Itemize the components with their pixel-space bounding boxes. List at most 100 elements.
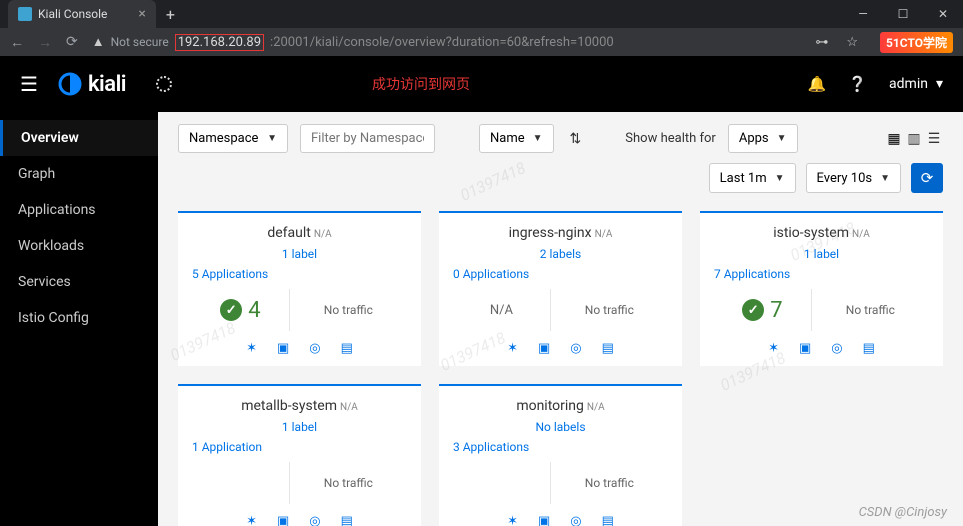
apps-icon[interactable]: ▣ bbox=[799, 341, 811, 356]
card-health: N/A bbox=[453, 289, 550, 331]
app-header: ☰ kiali 成功访问到网页 🔔 ❔ admin ▾ bbox=[0, 56, 963, 112]
health-for-dropdown[interactable]: Apps ▼ bbox=[728, 124, 798, 153]
config-icon[interactable]: ▤ bbox=[602, 341, 614, 356]
namespace-card: monitoringN/A No labels 3 Applications N… bbox=[439, 384, 682, 526]
graph-icon[interactable]: ✶ bbox=[507, 514, 518, 526]
sidebar-item-graph[interactable]: Graph bbox=[0, 156, 158, 192]
card-traffic: No traffic bbox=[550, 462, 668, 504]
card-labels-link[interactable]: 1 label bbox=[714, 247, 929, 261]
card-title: istio-systemN/A bbox=[714, 225, 929, 241]
chevron-down-icon: ▼ bbox=[267, 133, 277, 144]
namespace-filter-input[interactable] bbox=[300, 124, 435, 153]
nav-reload-icon[interactable]: ⟳ bbox=[66, 34, 78, 50]
apps-icon[interactable]: ▣ bbox=[538, 341, 550, 356]
workloads-icon[interactable]: ◎ bbox=[309, 341, 320, 356]
view-compact-icon[interactable]: ▥ bbox=[905, 130, 923, 148]
card-labels-link[interactable]: No labels bbox=[453, 420, 668, 434]
graph-icon[interactable]: ✶ bbox=[246, 514, 257, 526]
health-count: 4 bbox=[248, 298, 260, 323]
config-icon[interactable]: ▤ bbox=[863, 341, 875, 356]
view-toggle: ▦ ▥ ☰ bbox=[885, 130, 943, 148]
user-menu[interactable]: admin ▾ bbox=[889, 76, 943, 92]
config-icon[interactable]: ▤ bbox=[341, 514, 353, 526]
logo[interactable]: kiali bbox=[58, 72, 126, 97]
apps-icon[interactable]: ▣ bbox=[538, 514, 550, 526]
sidebar-item-label: Istio Config bbox=[18, 310, 89, 326]
tab-favicon-icon bbox=[18, 7, 32, 21]
refresh-icon: ⟳ bbox=[921, 169, 934, 187]
key-icon[interactable]: ⊶ bbox=[815, 35, 828, 50]
url-field[interactable]: ▲ Not secure 192.168.20.89:20001/kiali/c… bbox=[92, 34, 802, 51]
time-range-dropdown[interactable]: Last 1m ▼ bbox=[709, 163, 796, 193]
card-apps-link[interactable]: 1 Application bbox=[192, 440, 407, 454]
hamburger-icon[interactable]: ☰ bbox=[20, 72, 38, 96]
view-expand-icon[interactable]: ▦ bbox=[885, 130, 903, 148]
name-sort-dropdown[interactable]: Name ▼ bbox=[479, 124, 554, 153]
namespace-dropdown[interactable]: Namespace ▼ bbox=[178, 124, 288, 153]
card-traffic: No traffic bbox=[289, 289, 407, 331]
workloads-icon[interactable]: ◎ bbox=[309, 514, 320, 526]
sidebar-item-workloads[interactable]: Workloads bbox=[0, 228, 158, 264]
new-tab-button[interactable]: + bbox=[166, 5, 175, 24]
sidebar-item-applications[interactable]: Applications bbox=[0, 192, 158, 228]
kiali-logo-icon bbox=[58, 72, 82, 96]
chevron-down-icon: ▾ bbox=[936, 76, 943, 92]
namespace-card: istio-systemN/A 1 label 7 Applications ✓… bbox=[700, 211, 943, 366]
dropdown-label: Name bbox=[490, 131, 525, 146]
browser-tab[interactable]: Kiali Console × bbox=[8, 0, 156, 28]
health-na: N/A bbox=[490, 303, 513, 318]
card-traffic: No traffic bbox=[550, 289, 668, 331]
sidebar-item-services[interactable]: Services bbox=[0, 264, 158, 300]
sidebar-item-overview[interactable]: Overview bbox=[0, 120, 158, 156]
logo-text: kiali bbox=[88, 72, 126, 97]
refresh-button[interactable]: ⟳ bbox=[911, 163, 943, 193]
refresh-interval-dropdown[interactable]: Every 10s ▼ bbox=[806, 163, 901, 193]
card-labels-link[interactable]: 2 labels bbox=[453, 247, 668, 261]
toolbar-row-1: Namespace ▼ Name ▼ ⇅ Show health for App… bbox=[178, 124, 943, 153]
config-icon[interactable]: ▤ bbox=[602, 514, 614, 526]
card-health: ✓7 bbox=[714, 289, 811, 331]
card-title: metallb-systemN/A bbox=[192, 398, 407, 414]
tab-close-icon[interactable]: × bbox=[138, 6, 145, 22]
sidebar-item-istio-config[interactable]: Istio Config bbox=[0, 300, 158, 336]
nav-back-icon[interactable]: ← bbox=[10, 34, 24, 51]
browser-address-bar: ← → ⟳ ▲ Not secure 192.168.20.89:20001/k… bbox=[0, 28, 963, 56]
notifications-bell-icon[interactable]: 🔔 bbox=[808, 75, 827, 93]
card-labels-link[interactable]: 1 label bbox=[192, 247, 407, 261]
window-maximize-button[interactable]: ☐ bbox=[883, 0, 923, 28]
config-icon[interactable]: ▤ bbox=[341, 341, 353, 356]
sidebar-item-label: Workloads bbox=[18, 238, 84, 254]
card-title: defaultN/A bbox=[192, 225, 407, 241]
card-health bbox=[192, 462, 289, 504]
dropdown-value: Apps bbox=[739, 131, 769, 146]
card-traffic: No traffic bbox=[289, 462, 407, 504]
graph-icon[interactable]: ✶ bbox=[768, 341, 779, 356]
graph-icon[interactable]: ✶ bbox=[246, 341, 257, 356]
card-title: ingress-nginxN/A bbox=[453, 225, 668, 241]
card-apps-link[interactable]: 7 Applications bbox=[714, 267, 929, 281]
apps-icon[interactable]: ▣ bbox=[277, 341, 289, 356]
workloads-icon[interactable]: ◎ bbox=[831, 341, 842, 356]
apps-icon[interactable]: ▣ bbox=[277, 514, 289, 526]
card-apps-link[interactable]: 0 Applications bbox=[453, 267, 668, 281]
card-apps-link[interactable]: 3 Applications bbox=[453, 440, 668, 454]
help-icon[interactable]: ❔ bbox=[848, 75, 867, 93]
health-count: 7 bbox=[770, 298, 782, 323]
workloads-icon[interactable]: ◎ bbox=[570, 514, 581, 526]
card-labels-link[interactable]: 1 label bbox=[192, 420, 407, 434]
dropdown-value: Last 1m bbox=[720, 171, 767, 186]
window-close-button[interactable]: ✕ bbox=[923, 0, 963, 28]
card-health: ✓4 bbox=[192, 289, 289, 331]
window-minimize-button[interactable]: — bbox=[843, 0, 883, 28]
graph-icon[interactable]: ✶ bbox=[507, 341, 518, 356]
card-action-icons: ✶ ▣ ◎ ▤ bbox=[192, 514, 407, 526]
sort-direction-icon[interactable]: ⇅ bbox=[570, 131, 582, 147]
card-apps-link[interactable]: 5 Applications bbox=[192, 267, 407, 281]
view-list-icon[interactable]: ☰ bbox=[925, 130, 943, 148]
health-for-label: Show health for bbox=[625, 131, 716, 146]
sidebar-item-label: Overview bbox=[21, 130, 79, 146]
workloads-icon[interactable]: ◎ bbox=[570, 341, 581, 356]
bookmark-star-icon[interactable]: ☆ bbox=[846, 35, 858, 50]
namespace-cards-grid: defaultN/A 1 label 5 Applications ✓4 No … bbox=[178, 211, 943, 526]
card-action-icons: ✶ ▣ ◎ ▤ bbox=[192, 341, 407, 356]
